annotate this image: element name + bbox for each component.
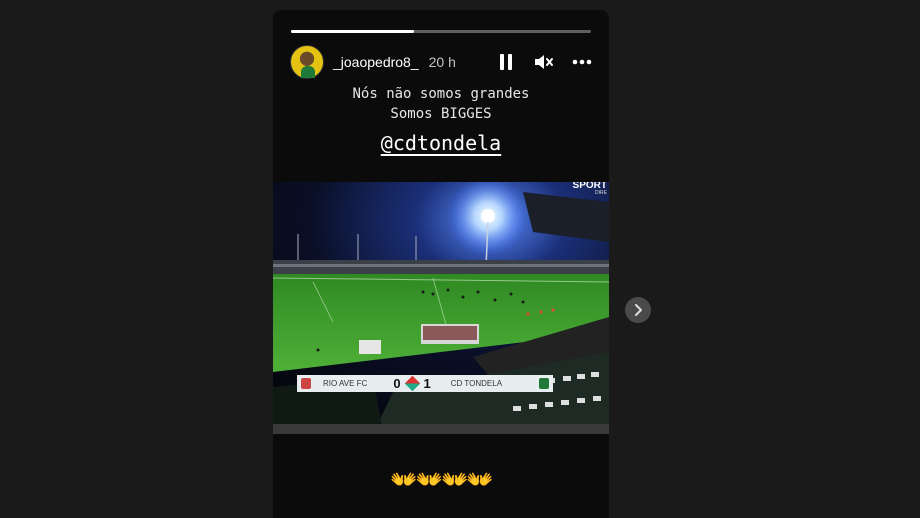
username[interactable]: _joaopedro8_ (333, 54, 419, 70)
away-team: CD TONDELA (450, 379, 503, 388)
home-team: RIO AVE FC (323, 379, 368, 388)
post-time: 20 h (428, 54, 456, 70)
away-crest-icon (539, 378, 549, 389)
story-viewer: _joaopedro8_ 20 h Nós não somos grandes … (273, 10, 609, 518)
emoji-sticker: 👐👐👐👐 (273, 468, 609, 493)
story-progress-bar (291, 30, 591, 33)
stadium-illustration (273, 182, 609, 434)
mention-link[interactable]: @cdtondela (273, 131, 609, 155)
scoreboard: RIO AVE FC 0 1 CD TONDELA (297, 375, 553, 392)
home-score: 0 (393, 376, 401, 391)
league-logo-icon (404, 375, 420, 392)
more-options-button[interactable] (572, 52, 592, 72)
story-progress-fill (291, 30, 414, 33)
next-story-button[interactable] (625, 297, 651, 323)
away-score: 1 (423, 376, 431, 391)
caption-line-1: Nós não somos grandes (352, 86, 530, 102)
stadium-photo: SPORT DIRE RIO AVE FC 0 1 CD TONDELA (273, 182, 609, 434)
avatar[interactable] (290, 45, 324, 79)
story-controls (496, 52, 592, 72)
mute-button[interactable] (534, 52, 554, 72)
caption-line-2: Somos BIGGES (390, 106, 492, 122)
broadcaster-logo: SPORT DIRE (573, 182, 607, 196)
pause-icon (500, 54, 512, 70)
broadcaster-sub: DIRE (595, 190, 607, 196)
chevron-right-icon (635, 304, 642, 316)
story-header: _joaopedro8_ 20 h (290, 45, 592, 79)
pause-button[interactable] (496, 52, 516, 72)
more-dots-icon (572, 59, 592, 65)
home-crest-icon (301, 378, 311, 389)
raised-hands-emoji: 👐👐👐👐 (390, 468, 494, 493)
muted-speaker-icon (535, 55, 553, 69)
